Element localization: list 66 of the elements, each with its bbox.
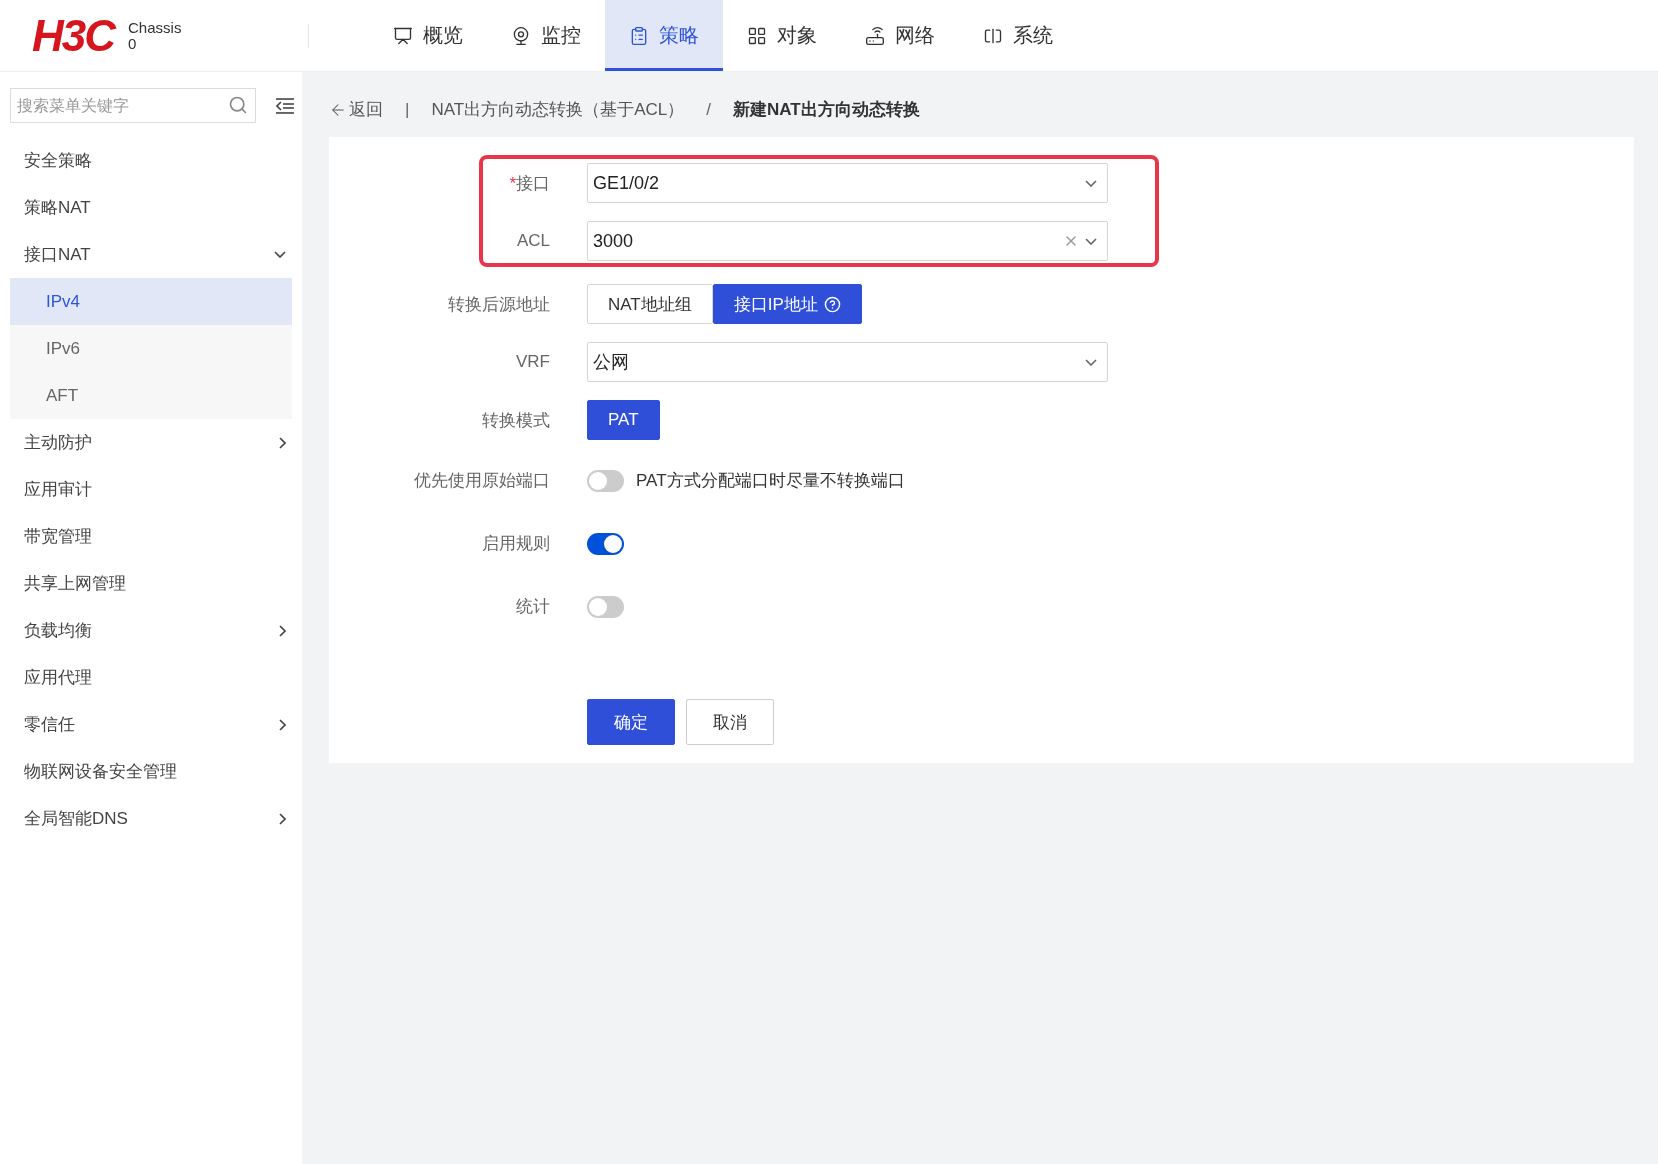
- nav-tab[interactable]: 概览: [369, 0, 487, 71]
- select-field[interactable]: 公网: [587, 342, 1108, 382]
- sidebar-item[interactable]: 零信任: [0, 701, 302, 748]
- sidebar-item[interactable]: 共享上网管理: [0, 560, 302, 607]
- sidebar-item[interactable]: 全局智能DNS: [0, 795, 302, 842]
- nav-tab[interactable]: 网络: [841, 0, 959, 71]
- chevron-down-icon: [1085, 358, 1097, 366]
- cancel-button[interactable]: 取消: [686, 699, 774, 745]
- nav-tab[interactable]: 系统: [959, 0, 1077, 71]
- back-link[interactable]: 返回: [329, 98, 383, 121]
- chevron-right-icon: [279, 624, 286, 637]
- router-icon: [865, 25, 885, 46]
- help-icon[interactable]: [823, 295, 841, 313]
- field-label: 转换后源地址: [448, 293, 550, 316]
- sidebar-item[interactable]: 主动防护: [0, 419, 302, 466]
- field-label: VRF: [516, 352, 550, 372]
- field-label: *接口: [509, 172, 550, 195]
- field-label: 转换模式: [482, 409, 550, 432]
- nav-tab[interactable]: 对象: [723, 0, 841, 71]
- breadcrumb-item[interactable]: NAT出方向动态转换（基于ACL）: [431, 98, 685, 121]
- select-field[interactable]: GE1/0/2: [587, 163, 1108, 203]
- chevron-right-icon: [279, 718, 286, 731]
- chevron-right-icon: [279, 436, 286, 449]
- field-label: 启用规则: [482, 533, 550, 555]
- breadcrumb-separator: |: [405, 99, 410, 120]
- chevron-down-icon: [274, 251, 286, 258]
- chassis-value: 0: [128, 35, 138, 52]
- sidebar-item[interactable]: 接口NAT: [0, 231, 302, 278]
- sidebar-item[interactable]: 带宽管理: [0, 513, 302, 560]
- search-icon[interactable]: [228, 95, 249, 115]
- toggle-switch[interactable]: [587, 595, 624, 618]
- sidebar-item[interactable]: 策略NAT: [0, 184, 302, 231]
- confirm-button[interactable]: 确定: [587, 699, 675, 745]
- nav-tab[interactable]: 策略: [605, 0, 723, 71]
- chevron-down-icon: [1085, 237, 1097, 245]
- chevron-down-icon: [1085, 179, 1097, 187]
- sidebar-subitem[interactable]: IPv4: [10, 278, 292, 325]
- sidebar-item[interactable]: 应用代理: [0, 654, 302, 701]
- sidebar-item[interactable]: 负载均衡: [0, 607, 302, 654]
- sidebar-subitem[interactable]: AFT: [10, 372, 292, 419]
- field-label: ACL: [516, 231, 550, 251]
- logo: H3C: [32, 13, 115, 58]
- option-button[interactable]: PAT: [587, 400, 660, 440]
- toggle-switch[interactable]: [587, 532, 624, 555]
- field-label: 优先使用原始端口: [414, 470, 550, 492]
- sidebar-item[interactable]: 物联网设备安全管理: [0, 748, 302, 795]
- switch-description: PAT方式分配端口时尽量不转换端口: [636, 470, 905, 492]
- toggle-switch[interactable]: [587, 469, 624, 492]
- breadcrumb-item: 新建NAT出方向动态转换: [732, 99, 920, 121]
- search-field[interactable]: 搜索菜单关键字: [10, 88, 257, 123]
- breadcrumb-separator: /: [706, 99, 711, 120]
- webcam-icon: [511, 25, 531, 46]
- sidebar-subitem[interactable]: IPv6: [10, 325, 292, 372]
- clipboard-icon: [629, 25, 649, 46]
- nav-tab[interactable]: 监控: [487, 0, 605, 71]
- sidebar-item[interactable]: 应用审计: [0, 466, 302, 513]
- collapse-menu-icon[interactable]: [276, 97, 294, 114]
- select-field[interactable]: 3000: [587, 221, 1108, 261]
- chevron-right-icon: [279, 812, 286, 825]
- sidebar-item[interactable]: 安全策略: [0, 137, 302, 184]
- field-label: 统计: [516, 596, 550, 618]
- chassis-label: Chassis: [128, 19, 182, 36]
- presentation-icon: [393, 25, 413, 46]
- grid-icon: [747, 25, 767, 46]
- option-button[interactable]: NAT地址组: [587, 284, 713, 324]
- option-button[interactable]: 接口IP地址: [712, 284, 862, 324]
